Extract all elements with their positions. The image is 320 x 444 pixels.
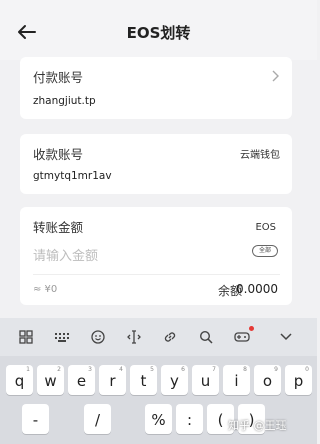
app-header: EOS划转 <box>0 0 317 60</box>
key-w[interactable]: 2w <box>37 365 64 395</box>
watermark: 知乎 @王珏 <box>228 419 287 432</box>
key-number-hint: 9 <box>274 366 278 373</box>
key-number-hint: 6 <box>181 366 185 373</box>
key-char: p <box>293 372 304 390</box>
receive-account-value: gtmytq1mr1av <box>33 170 112 182</box>
key-q[interactable]: 1q <box>6 365 33 395</box>
key-p[interactable]: 0p <box>285 365 312 395</box>
key-r[interactable]: 4r <box>99 365 126 395</box>
key-number-hint: 7 <box>212 366 216 373</box>
key-char: - <box>32 411 39 429</box>
emoji-icon[interactable] <box>88 328 108 346</box>
divider <box>33 274 280 275</box>
chevron-down-icon[interactable] <box>276 328 296 346</box>
key-char: o <box>262 372 273 390</box>
pay-account-card[interactable]: 付款账号 zhangjiut.tp <box>20 57 292 119</box>
keyboard-icon[interactable] <box>52 328 72 346</box>
receive-account-card: 收款账号 云端钱包 gtmytq1mr1av <box>20 134 292 194</box>
key-u[interactable]: 7u <box>192 365 219 395</box>
key-number-hint: 0 <box>305 366 309 373</box>
key-number-hint: 3 <box>88 366 92 373</box>
key-char: t <box>140 372 147 390</box>
pay-account-label: 付款账号 <box>33 70 84 85</box>
cloud-wallet-link[interactable]: 云端钱包 <box>240 146 280 161</box>
key-char: : <box>186 411 193 429</box>
key-y[interactable]: 6y <box>161 365 188 395</box>
pay-account-value: zhangjiut.tp <box>33 95 96 107</box>
grid-icon[interactable] <box>16 328 36 346</box>
key-number-hint: 2 <box>57 366 61 373</box>
key-char: q <box>14 372 25 390</box>
key-percent[interactable]: % <box>145 404 172 434</box>
token-symbol: EOS <box>255 222 276 233</box>
key-char: e <box>76 372 87 390</box>
gamepad-icon[interactable] <box>232 326 254 346</box>
receive-account-label: 收款账号 <box>33 147 84 162</box>
key-i[interactable]: 8i <box>223 365 250 395</box>
amount-label: 转账金额 <box>33 220 84 235</box>
key-slash[interactable]: / <box>84 404 111 434</box>
key-char: r <box>109 372 116 390</box>
key-number-hint: 5 <box>150 366 154 373</box>
cursor-icon[interactable] <box>124 328 144 346</box>
chevron-right-icon <box>272 70 279 82</box>
key-dash[interactable]: - <box>22 404 49 434</box>
key-e[interactable]: 3e <box>68 365 95 395</box>
fiat-estimate: ≈ ¥0 <box>33 284 58 295</box>
key-char: u <box>200 372 211 390</box>
key-char: i <box>234 372 239 390</box>
key-number-hint: 4 <box>119 366 123 373</box>
balance-value: 0.0000 <box>236 282 278 296</box>
key-char: / <box>94 411 101 429</box>
key-number-hint: 1 <box>26 366 30 373</box>
key-t[interactable]: 5t <box>130 365 157 395</box>
amount-card: 转账金额 EOS 请输入金额 全部 ≈ ¥0 余额 0.0000 <box>20 207 292 305</box>
key-char: % <box>151 411 166 429</box>
keyboard-toolbar <box>0 318 317 356</box>
key-char: ( <box>217 411 224 429</box>
all-amount-button[interactable]: 全部 <box>251 245 278 257</box>
key-o[interactable]: 9o <box>254 365 281 395</box>
amount-input[interactable]: 请输入金额 <box>33 245 98 264</box>
link-icon[interactable] <box>160 328 180 346</box>
notification-dot <box>249 326 254 331</box>
key-number-hint: 8 <box>243 366 247 373</box>
search-icon[interactable] <box>196 328 216 346</box>
key-colon[interactable]: : <box>176 404 203 434</box>
key-char: w <box>44 372 57 390</box>
key-char: y <box>170 372 179 390</box>
page-title: EOS划转 <box>126 24 191 42</box>
